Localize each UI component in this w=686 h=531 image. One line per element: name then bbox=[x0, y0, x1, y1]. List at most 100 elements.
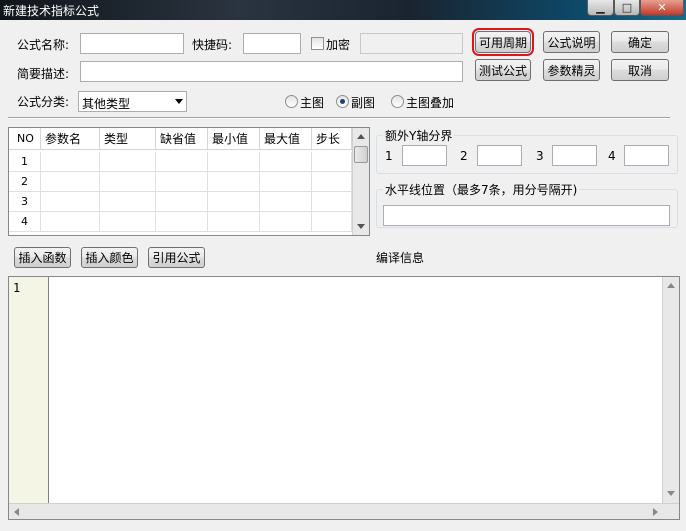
table-row-number: 2 bbox=[9, 172, 41, 192]
header-min: 最小值 bbox=[208, 128, 260, 150]
password-input[interactable] bbox=[360, 33, 463, 54]
y-axis-label-3: 3 bbox=[536, 149, 544, 163]
radio-main-chart[interactable] bbox=[285, 95, 298, 108]
table-cell[interactable] bbox=[41, 172, 100, 192]
table-cell[interactable] bbox=[312, 212, 352, 232]
table-scroll-thumb[interactable] bbox=[354, 146, 368, 163]
insert-function-button[interactable]: 插入函数 bbox=[14, 247, 71, 268]
title-bar: 新建技术指标公式 ▁ □ ✕ bbox=[0, 0, 686, 20]
table-cell[interactable] bbox=[208, 192, 260, 212]
hline-title: 水平线位置（最多7条，用分号隔开) bbox=[383, 181, 580, 198]
header-step: 步长 bbox=[312, 128, 352, 150]
line-number: 1 bbox=[13, 281, 21, 295]
radio-overlay-chart-label: 主图叠加 bbox=[406, 96, 455, 110]
scroll-left-icon[interactable] bbox=[14, 508, 19, 516]
formula-name-label: 公式名称: bbox=[17, 38, 70, 52]
table-cell[interactable] bbox=[100, 212, 156, 232]
encrypt-label: 加密 bbox=[326, 38, 351, 52]
header-no: NO bbox=[9, 128, 41, 150]
formula-help-button[interactable]: 公式说明 bbox=[543, 31, 600, 53]
table-cell[interactable] bbox=[156, 152, 208, 172]
scroll-down-icon[interactable] bbox=[357, 224, 365, 229]
insert-color-button[interactable]: 插入颜色 bbox=[81, 247, 138, 268]
table-cell[interactable] bbox=[156, 172, 208, 192]
test-formula-button[interactable]: 测试公式 bbox=[475, 59, 531, 81]
editor-vertical-scrollbar[interactable] bbox=[662, 277, 679, 503]
table-row-number: 4 bbox=[9, 212, 41, 232]
table-cell[interactable] bbox=[156, 192, 208, 212]
table-cell[interactable] bbox=[100, 152, 156, 172]
compile-info-label: 编译信息 bbox=[376, 251, 425, 265]
minimize-icon: ▁ bbox=[596, 1, 605, 14]
maximize-button[interactable]: □ bbox=[614, 0, 640, 16]
shortcut-input[interactable] bbox=[243, 33, 301, 54]
table-cell[interactable] bbox=[208, 172, 260, 192]
table-cell[interactable] bbox=[208, 212, 260, 232]
y-axis-label-4: 4 bbox=[608, 149, 616, 163]
table-cell[interactable] bbox=[41, 152, 100, 172]
category-value: 其他类型 bbox=[82, 97, 131, 111]
table-cell[interactable] bbox=[312, 152, 352, 172]
table-cell[interactable] bbox=[260, 172, 312, 192]
line-number-gutter: 1 bbox=[9, 277, 49, 503]
maximize-icon: □ bbox=[621, 1, 633, 14]
editor-horizontal-scrollbar[interactable] bbox=[9, 503, 679, 519]
separator bbox=[8, 117, 670, 119]
hline-input[interactable] bbox=[383, 205, 670, 226]
encrypt-checkbox[interactable] bbox=[311, 37, 324, 50]
table-cell[interactable] bbox=[41, 192, 100, 212]
table-cell[interactable] bbox=[260, 192, 312, 212]
header-type: 类型 bbox=[100, 128, 156, 150]
params-table[interactable]: NO 参数名 类型 缺省值 最小值 最大值 步长 1 2 3 4 bbox=[8, 127, 370, 236]
y-axis-label-1: 1 bbox=[385, 149, 393, 163]
table-cell[interactable] bbox=[260, 212, 312, 232]
cancel-button[interactable]: 取消 bbox=[611, 59, 669, 81]
table-row-number: 3 bbox=[9, 192, 41, 212]
extra-y-axis-title: 额外Y轴分界 bbox=[383, 127, 455, 144]
category-select[interactable]: 其他类型 bbox=[78, 91, 187, 112]
header-param-name: 参数名 bbox=[41, 128, 100, 150]
radio-main-chart-label: 主图 bbox=[300, 96, 325, 110]
y-axis-input-4[interactable] bbox=[624, 145, 669, 166]
y-axis-input-2[interactable] bbox=[477, 145, 522, 166]
table-cell[interactable] bbox=[208, 152, 260, 172]
radio-overlay-chart[interactable] bbox=[391, 95, 404, 108]
table-cell[interactable] bbox=[312, 172, 352, 192]
radio-selected-dot bbox=[340, 99, 345, 104]
close-icon: ✕ bbox=[657, 1, 667, 14]
description-label: 简要描述: bbox=[17, 67, 70, 81]
header-default: 缺省值 bbox=[156, 128, 208, 150]
scroll-up-icon[interactable] bbox=[667, 283, 675, 288]
category-label: 公式分类: bbox=[17, 95, 70, 109]
window-title: 新建技术指标公式 bbox=[3, 4, 100, 18]
y-axis-label-2: 2 bbox=[460, 149, 468, 163]
available-periods-button[interactable]: 可用周期 bbox=[472, 28, 534, 56]
y-axis-input-3[interactable] bbox=[552, 145, 597, 166]
ok-button[interactable]: 确定 bbox=[611, 31, 669, 53]
formula-editor[interactable]: 1 bbox=[8, 276, 680, 520]
minimize-button[interactable]: ▁ bbox=[587, 0, 614, 16]
table-cell[interactable] bbox=[156, 212, 208, 232]
reference-formula-button[interactable]: 引用公式 bbox=[148, 247, 205, 268]
shortcut-label: 快捷码: bbox=[192, 38, 233, 52]
chevron-down-icon bbox=[175, 99, 183, 104]
scroll-up-icon[interactable] bbox=[357, 134, 365, 139]
header-max: 最大值 bbox=[260, 128, 312, 150]
table-row-number: 1 bbox=[9, 152, 41, 172]
table-cell[interactable] bbox=[100, 192, 156, 212]
formula-name-input[interactable] bbox=[80, 33, 184, 54]
param-wizard-button[interactable]: 参数精灵 bbox=[543, 59, 600, 81]
y-axis-input-1[interactable] bbox=[402, 145, 447, 166]
description-input[interactable] bbox=[80, 61, 463, 82]
radio-sub-chart[interactable] bbox=[336, 95, 349, 108]
table-cell[interactable] bbox=[260, 152, 312, 172]
editor-text-area[interactable] bbox=[53, 281, 653, 501]
table-vertical-scrollbar[interactable] bbox=[352, 128, 369, 235]
close-button[interactable]: ✕ bbox=[640, 0, 684, 16]
table-cell[interactable] bbox=[312, 192, 352, 212]
table-cell[interactable] bbox=[100, 172, 156, 192]
scroll-right-icon[interactable] bbox=[653, 508, 658, 516]
scroll-down-icon[interactable] bbox=[667, 491, 675, 496]
radio-sub-chart-label: 副图 bbox=[351, 96, 376, 110]
table-cell[interactable] bbox=[41, 212, 100, 232]
